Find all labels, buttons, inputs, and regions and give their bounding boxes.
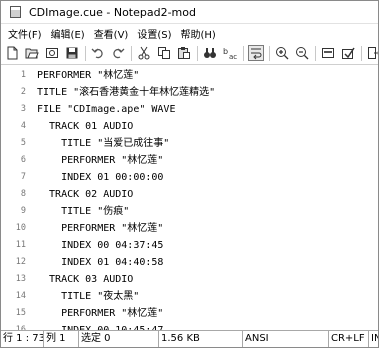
new-file-icon[interactable]: [4, 45, 20, 61]
notepad-window: CDImage.cue - Notepad2-mod 文件(F) 编辑(E) 查…: [0, 0, 379, 348]
toolbar: b ac: [1, 42, 378, 65]
editor-line: 10 PERFORMER "林忆莲": [1, 220, 378, 237]
menu-file[interactable]: 文件(F): [4, 26, 47, 41]
status-insert-mode: INS: [371, 333, 378, 344]
cut-icon[interactable]: [136, 45, 152, 61]
line-number: 14: [15, 291, 26, 301]
menu-settings[interactable]: 设置(S): [133, 26, 176, 41]
line-text: PERFORMER "林忆莲": [37, 70, 140, 81]
status-line: 行 1 : 73: [1, 331, 44, 347]
window-title: CDImage.cue - Notepad2-mod: [29, 5, 196, 19]
paste-icon[interactable]: [176, 45, 192, 61]
app-icon: [10, 6, 21, 18]
svg-text:b: b: [223, 47, 228, 56]
status-bar: 行 1 : 73 列 1 选定 0 1.56 KB ANSI CR+LF INS: [1, 330, 378, 347]
word-wrap-icon[interactable]: [248, 45, 264, 61]
line-number: 5: [20, 138, 26, 148]
editor-line: 8 TRACK 02 AUDIO: [1, 186, 378, 203]
toolbar-separator: [361, 45, 362, 61]
editor-line: 2 TITLE "滚石香港黄金十年林忆莲精选": [1, 84, 378, 101]
undo-icon[interactable]: [90, 45, 106, 61]
zoom-in-icon[interactable]: [274, 45, 290, 61]
line-number: 4: [20, 121, 26, 131]
line-number: 2: [20, 87, 26, 97]
line-number: 10: [15, 223, 26, 233]
toolbar-separator: [85, 45, 86, 61]
status-line-ending: CR+LF: [329, 331, 369, 347]
line-text: TRACK 02 AUDIO: [37, 189, 134, 200]
line-text: PERFORMER "林忆莲": [37, 223, 164, 234]
editor-line: 13 TRACK 03 AUDIO: [1, 271, 378, 288]
save-icon[interactable]: [64, 45, 80, 61]
line-text: TITLE "当爱已成往事": [37, 138, 170, 149]
menu-help[interactable]: 帮助(H): [177, 26, 221, 41]
menu-bar: 文件(F) 编辑(E) 查看(V) 设置(S) 帮助(H): [1, 24, 378, 42]
browse-icon[interactable]: [44, 45, 60, 61]
toolbar-separator: [131, 45, 132, 61]
editor-line: 1 PERFORMER "林忆莲": [1, 67, 378, 84]
line-number: 6: [20, 155, 26, 165]
line-text: TRACK 01 AUDIO: [37, 121, 134, 132]
line-number: 7: [20, 172, 26, 182]
text-editor[interactable]: 1 PERFORMER "林忆莲" 2 TITLE "滚石香港黄金十年林忆莲精选" 3 F…: [1, 65, 378, 331]
toolbar-separator: [243, 45, 244, 61]
status-size: 1.56 KB: [159, 331, 243, 347]
editor-line: 5 TITLE "当爱已成往事": [1, 135, 378, 152]
line-text: TRACK 03 AUDIO: [37, 274, 134, 285]
line-number: 13: [15, 274, 26, 284]
redo-icon[interactable]: [110, 45, 126, 61]
editor-line: 9 TITLE "伤痕": [1, 203, 378, 220]
status-column: 列 1: [44, 331, 79, 347]
toolbar-separator: [269, 45, 270, 61]
menu-view[interactable]: 查看(V): [90, 26, 134, 41]
line-text: FILE "CDImage.ape" WAVE: [37, 104, 176, 115]
line-text: INDEX 01 00:00:00: [37, 172, 164, 183]
menu-edit[interactable]: 编辑(E): [47, 26, 90, 41]
editor-line: 4 TRACK 01 AUDIO: [1, 118, 378, 135]
editor-line: 7 INDEX 01 00:00:00: [1, 169, 378, 186]
replace-icon[interactable]: b ac: [222, 45, 238, 61]
line-number: 15: [15, 308, 26, 318]
line-text: INDEX 00 04:37:45: [37, 240, 164, 251]
editor-line: 12 INDEX 01 04:40:58: [1, 254, 378, 271]
find-icon[interactable]: [202, 45, 218, 61]
editor-line: 3 FILE "CDImage.ape" WAVE: [1, 101, 378, 118]
line-text: PERFORMER "林忆莲": [37, 155, 164, 166]
editor-line: 11 INDEX 00 04:37:45: [1, 237, 378, 254]
title-bar: CDImage.cue - Notepad2-mod: [1, 1, 378, 24]
toolbar-separator: [197, 45, 198, 61]
line-number: 9: [20, 206, 26, 216]
svg-text:ac: ac: [229, 53, 237, 60]
line-text: TITLE "伤痕": [37, 206, 130, 217]
line-text: TITLE "夜太黑": [37, 291, 140, 302]
line-text: TITLE "滚石香港黄金十年林忆莲精选": [37, 87, 216, 98]
status-selection: 选定 0: [79, 331, 159, 347]
editor-line: 6 PERFORMER "林忆莲": [1, 152, 378, 169]
editor-line: 14 TITLE "夜太黑": [1, 288, 378, 305]
line-number: 3: [20, 104, 26, 114]
customize-icon[interactable]: [340, 45, 356, 61]
status-encoding: ANSI: [243, 331, 329, 347]
open-file-icon[interactable]: [24, 45, 40, 61]
exit-icon[interactable]: [366, 45, 378, 61]
line-number: 1: [20, 70, 26, 80]
zoom-out-icon[interactable]: [294, 45, 310, 61]
copy-icon[interactable]: [156, 45, 172, 61]
toolbar-separator: [315, 45, 316, 61]
editor-line: 15 PERFORMER "林忆莲": [1, 305, 378, 322]
line-number: 8: [20, 189, 26, 199]
line-text: INDEX 01 04:40:58: [37, 257, 164, 268]
line-text: PERFORMER "林忆莲": [37, 308, 164, 319]
line-number: 12: [15, 257, 26, 267]
scheme-icon[interactable]: [320, 45, 336, 61]
line-number: 11: [15, 240, 26, 250]
